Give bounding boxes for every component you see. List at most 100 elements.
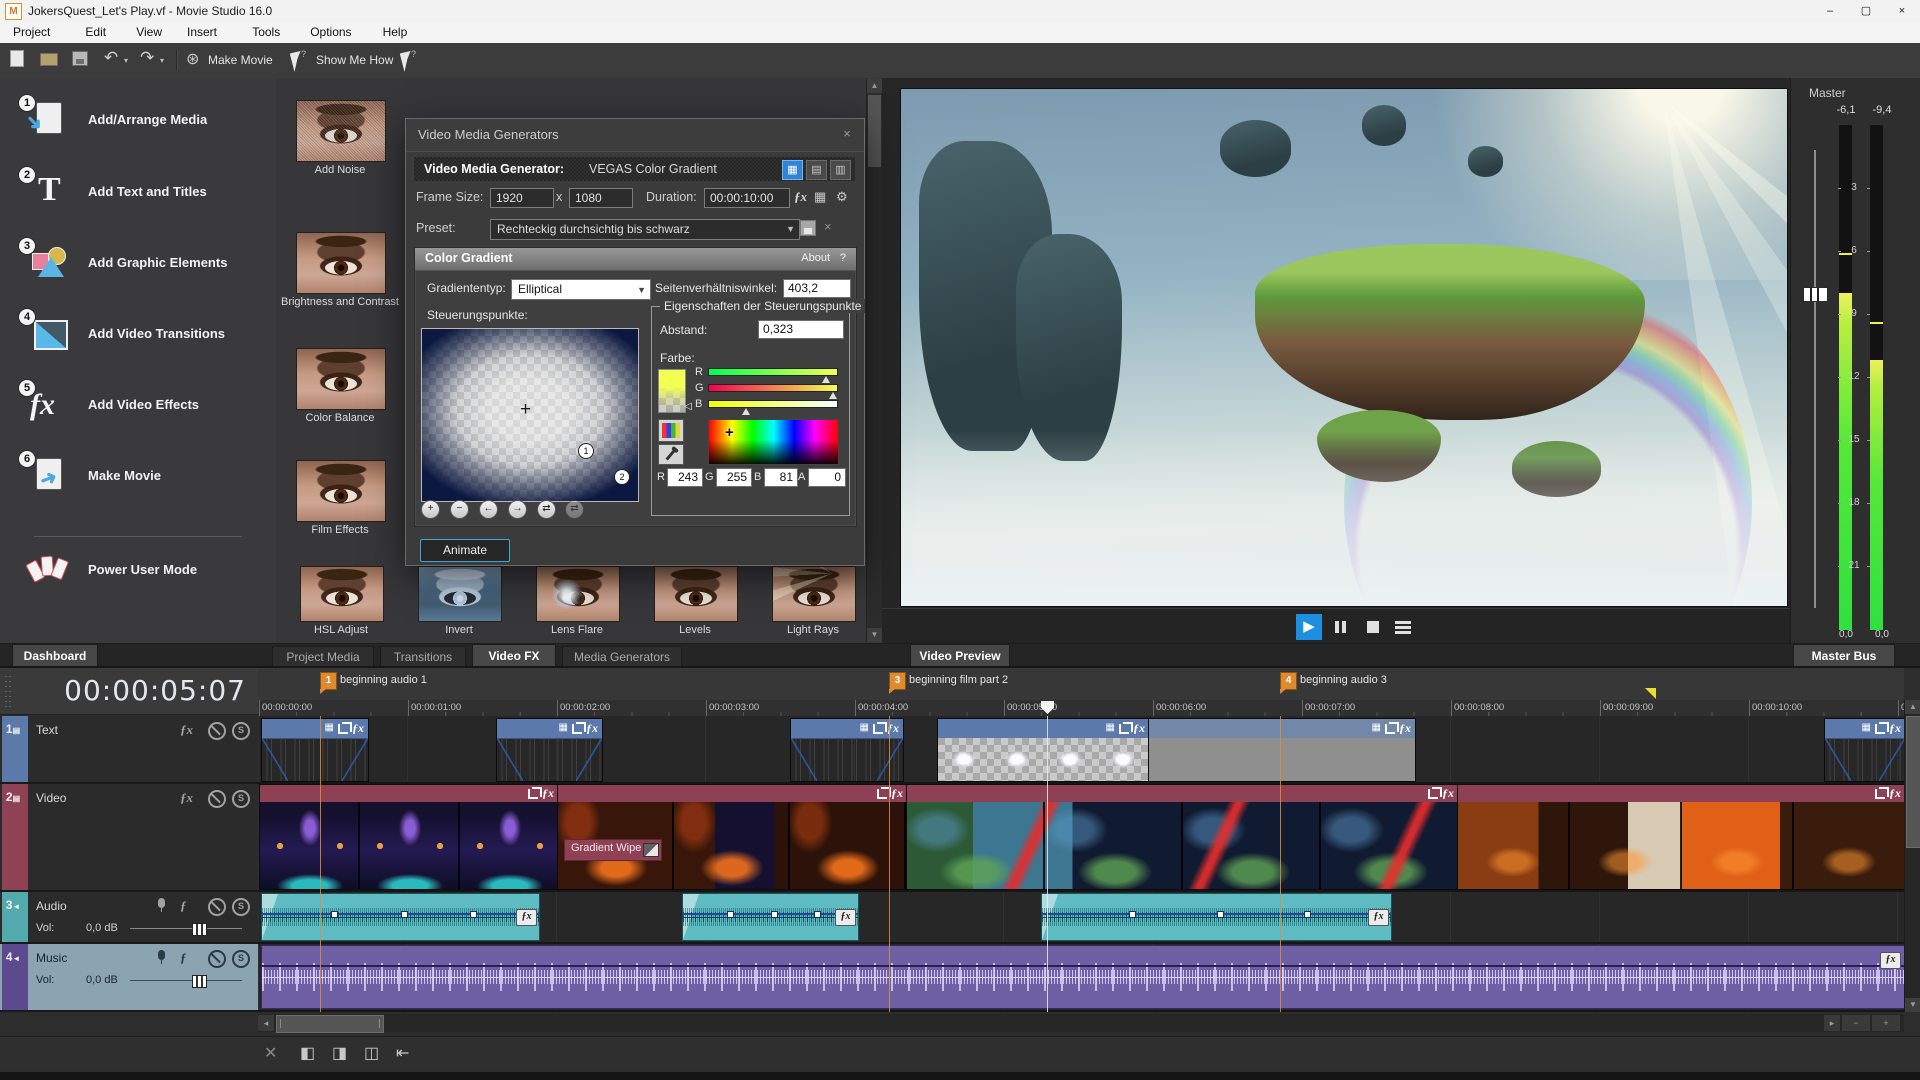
- crop-icon[interactable]: [572, 724, 582, 734]
- preview-menu-icon[interactable]: [1390, 614, 1416, 640]
- horizontal-scrollbar[interactable]: ◂ ▸ − +: [258, 1014, 1904, 1032]
- envelope-node[interactable]: [1217, 911, 1224, 918]
- swatch-slider-icon[interactable]: ◁: [684, 401, 692, 412]
- new-project-icon[interactable]: [10, 50, 24, 67]
- make-movie-icon[interactable]: ⊛: [186, 49, 199, 69]
- marker-flag-3[interactable]: 3: [889, 672, 906, 690]
- pause-button[interactable]: [1328, 614, 1354, 640]
- scroll-down-icon[interactable]: ▼: [867, 628, 882, 642]
- frame-width-input[interactable]: 1920: [490, 188, 554, 208]
- control-point-2[interactable]: 2: [614, 469, 630, 485]
- audio-clip[interactable]: ƒx: [682, 893, 859, 941]
- text-clip[interactable]: ▦ƒx: [261, 718, 369, 782]
- filmstrip-icon[interactable]: ▦: [814, 189, 826, 205]
- tab-media-generators[interactable]: Media Generators: [562, 646, 682, 668]
- crop-icon[interactable]: [1385, 724, 1395, 734]
- clip-fx-icon[interactable]: ƒx: [542, 785, 554, 801]
- tab-project-media[interactable]: Project Media: [272, 646, 374, 668]
- crop-icon[interactable]: [338, 724, 348, 734]
- crop-icon[interactable]: [1428, 789, 1438, 799]
- loop-end-marker-icon[interactable]: [1645, 688, 1656, 699]
- gradient-center-crosshair[interactable]: +: [520, 399, 531, 421]
- save-project-icon[interactable]: [72, 51, 88, 66]
- track-mute-icon[interactable]: [208, 950, 226, 968]
- trim-end-icon[interactable]: ◨: [332, 1043, 347, 1063]
- gradient-preview[interactable]: + 1 2: [421, 328, 639, 502]
- track-header-video[interactable]: 2▤VideoƒxS: [0, 784, 258, 892]
- help-link[interactable]: ?: [840, 252, 846, 264]
- track-header-music[interactable]: 4◄MusicƒSVol:0,0 dB: [0, 944, 258, 1012]
- about-link[interactable]: About: [801, 252, 830, 264]
- clip-fx-icon[interactable]: ƒx: [586, 720, 598, 736]
- sidebar-item-power-user-mode[interactable]: Power User Mode: [0, 548, 276, 604]
- clip-fx-icon[interactable]: ƒx: [1880, 952, 1901, 969]
- envelope-node[interactable]: [814, 911, 821, 918]
- close-button[interactable]: ×: [1884, 0, 1920, 22]
- video-clip[interactable]: ƒx: [906, 784, 1459, 890]
- eyedropper-icon[interactable]: [658, 444, 684, 465]
- open-project-icon[interactable]: [40, 50, 58, 66]
- transition-box[interactable]: Gradient Wipe: [564, 839, 662, 861]
- text-clip[interactable]: ▦ƒx: [790, 718, 904, 782]
- track-arm-record-icon[interactable]: [158, 950, 165, 960]
- track-mute-icon[interactable]: [208, 790, 226, 808]
- scrollbar-thumb[interactable]: [276, 1015, 384, 1033]
- b-slider-handle-icon[interactable]: [742, 408, 750, 415]
- envelope-node[interactable]: [1129, 911, 1136, 918]
- tab-master-bus[interactable]: Master Bus: [1793, 644, 1895, 668]
- timecode-grip[interactable]: [4, 674, 11, 708]
- clip-fx-icon[interactable]: ƒx: [1368, 909, 1389, 926]
- g-value-input[interactable]: 255: [716, 468, 752, 487]
- volume-slider-handle[interactable]: [192, 923, 207, 936]
- track-header-audio[interactable]: 3◄AudioƒSVol:0,0 dB: [0, 892, 258, 944]
- video-clip[interactable]: ƒx: [1457, 784, 1904, 890]
- help-cursor-icon[interactable]: ?: [402, 52, 413, 71]
- video-clip[interactable]: ƒx Gradient Wipe: [557, 784, 908, 890]
- zoom-out-icon[interactable]: −: [1842, 1015, 1870, 1031]
- track-mute-icon[interactable]: [208, 722, 226, 740]
- track-arm-record-icon[interactable]: [158, 898, 165, 908]
- envelope-node[interactable]: [470, 911, 477, 918]
- track-solo-icon[interactable]: S: [232, 950, 250, 968]
- scroll-down-icon[interactable]: ▼: [1905, 998, 1920, 1012]
- clip-fx-icon[interactable]: ƒx: [516, 909, 537, 926]
- envelope-node[interactable]: [331, 911, 338, 918]
- sidebar-item-add-video-effects[interactable]: 5fxAdd Video Effects: [0, 383, 276, 439]
- redo-icon[interactable]: ↷: [140, 48, 154, 68]
- shift-left-icon[interactable]: ⇤: [396, 1043, 409, 1063]
- crop-icon[interactable]: [877, 789, 887, 799]
- menu-edit[interactable]: Edit: [76, 22, 115, 43]
- tab-dashboard[interactable]: Dashboard: [12, 644, 98, 668]
- track-solo-icon[interactable]: S: [232, 790, 250, 808]
- b-value-input[interactable]: 81: [764, 468, 798, 487]
- swap-points-button[interactable]: ⇄: [537, 500, 556, 519]
- sidebar-item-add-text-and-titles[interactable]: 2TAdd Text and Titles: [0, 170, 276, 226]
- track-fx-icon[interactable]: ƒx: [180, 790, 193, 806]
- undo-icon[interactable]: ↶: [104, 48, 118, 68]
- stop-button[interactable]: [1360, 614, 1386, 640]
- delete-icon[interactable]: ✕: [264, 1043, 277, 1063]
- text-clip[interactable]: ▦ƒx: [496, 718, 603, 782]
- clip-fx-icon[interactable]: ƒx: [1442, 785, 1454, 801]
- envelope-node[interactable]: [727, 911, 734, 918]
- clip-fx-icon[interactable]: ƒx: [1889, 720, 1901, 736]
- track-header-text[interactable]: 1▤TextƒxS: [0, 716, 258, 784]
- envelope-node[interactable]: [401, 911, 408, 918]
- r-value-input[interactable]: 243: [667, 468, 703, 487]
- zoom-in-icon[interactable]: +: [1872, 1015, 1900, 1031]
- volume-envelope[interactable]: [262, 965, 1904, 967]
- palette-icon[interactable]: [658, 419, 684, 442]
- marker-flag-4[interactable]: 4: [1280, 672, 1297, 690]
- g-slider-handle-icon[interactable]: [829, 392, 837, 399]
- text-clip[interactable]: ▦ƒx: [1824, 718, 1904, 782]
- show-me-how-icon[interactable]: ?: [292, 52, 303, 71]
- remove-point-button[interactable]: −: [450, 500, 469, 519]
- move-left-button[interactable]: ←: [479, 500, 498, 519]
- r-slider-handle-icon[interactable]: [822, 376, 830, 383]
- envelope-node[interactable]: [1304, 911, 1311, 918]
- audio-clip[interactable]: ƒx: [1041, 893, 1392, 941]
- view-detail-icon[interactable]: ▥: [830, 160, 851, 180]
- menu-help[interactable]: Help: [374, 22, 417, 43]
- track-fx-icon[interactable]: ƒx: [180, 722, 193, 738]
- clip-fx-icon[interactable]: ƒx: [891, 785, 903, 801]
